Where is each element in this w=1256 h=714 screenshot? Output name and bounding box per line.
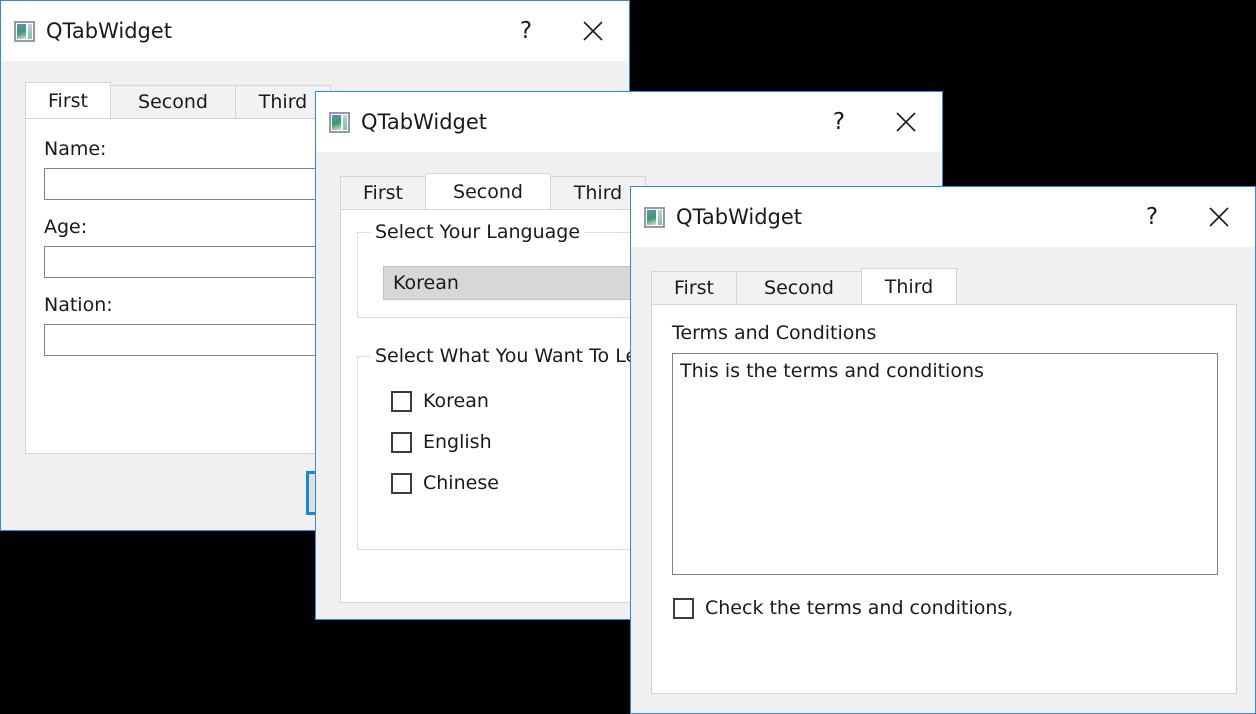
checkbox-english[interactable] xyxy=(391,431,412,453)
window-body: First Second Third Terms and Conditions … xyxy=(631,247,1255,713)
tab-second[interactable]: Second xyxy=(425,173,551,209)
app-image-icon xyxy=(329,111,350,133)
checkbox-chinese-label: Chinese xyxy=(423,472,499,494)
help-button[interactable]: ? xyxy=(495,1,557,61)
language-group-title: Select Your Language xyxy=(371,221,585,243)
tab-bar: First Second Third xyxy=(340,173,646,209)
nation-label: Nation: xyxy=(44,294,113,316)
help-button[interactable]: ? xyxy=(808,92,870,152)
titlebar-buttons: ? xyxy=(1121,187,1255,247)
name-label: Name: xyxy=(44,138,107,160)
checkbox-row-agree-terms[interactable]: Check the terms and conditions, xyxy=(673,597,1013,619)
close-icon[interactable] xyxy=(870,92,942,152)
checkbox-chinese[interactable] xyxy=(391,472,412,494)
app-image-icon xyxy=(644,206,665,228)
checkbox-row-english[interactable]: English xyxy=(391,431,492,453)
checkbox-row-korean[interactable]: Korean xyxy=(391,390,489,412)
tab-pane-third: Terms and Conditions This is the terms a… xyxy=(651,304,1237,694)
age-label: Age: xyxy=(44,216,88,238)
titlebar[interactable]: QTabWidget ? xyxy=(631,187,1255,247)
tab-second[interactable]: Second xyxy=(736,271,862,304)
learn-group-title: Select What You Want To Learn xyxy=(371,345,673,367)
tab-bar: First Second Third xyxy=(25,82,331,118)
titlebar[interactable]: QTabWidget ? xyxy=(316,92,942,152)
window-qtabwidget-third[interactable]: QTabWidget ? First Second Third Terms an… xyxy=(630,186,1256,714)
terms-heading: Terms and Conditions xyxy=(672,322,877,344)
checkbox-row-chinese[interactable]: Chinese xyxy=(391,472,499,494)
tab-first[interactable]: First xyxy=(651,271,737,304)
terms-textarea[interactable]: This is the terms and conditions xyxy=(672,353,1218,575)
checkbox-korean-label: Korean xyxy=(423,390,489,412)
checkbox-english-label: English xyxy=(423,431,492,453)
tab-second[interactable]: Second xyxy=(110,85,236,118)
tab-bar: First Second Third xyxy=(651,268,957,304)
window-title: QTabWidget xyxy=(676,205,803,229)
checkbox-korean[interactable] xyxy=(391,390,412,412)
close-icon[interactable] xyxy=(1183,187,1255,247)
titlebar[interactable]: QTabWidget ? xyxy=(1,1,629,61)
window-title: QTabWidget xyxy=(46,19,173,43)
tab-third[interactable]: Third xyxy=(861,268,957,304)
titlebar-buttons: ? xyxy=(495,1,629,61)
close-icon[interactable] xyxy=(557,1,629,61)
titlebar-buttons: ? xyxy=(808,92,942,152)
app-image-icon xyxy=(14,20,35,42)
tab-first[interactable]: First xyxy=(25,82,111,118)
checkbox-agree-terms-label: Check the terms and conditions, xyxy=(705,597,1014,619)
tab-first[interactable]: First xyxy=(340,176,426,209)
window-title: QTabWidget xyxy=(361,110,488,134)
help-button[interactable]: ? xyxy=(1121,187,1183,247)
checkbox-agree-terms[interactable] xyxy=(673,597,694,619)
